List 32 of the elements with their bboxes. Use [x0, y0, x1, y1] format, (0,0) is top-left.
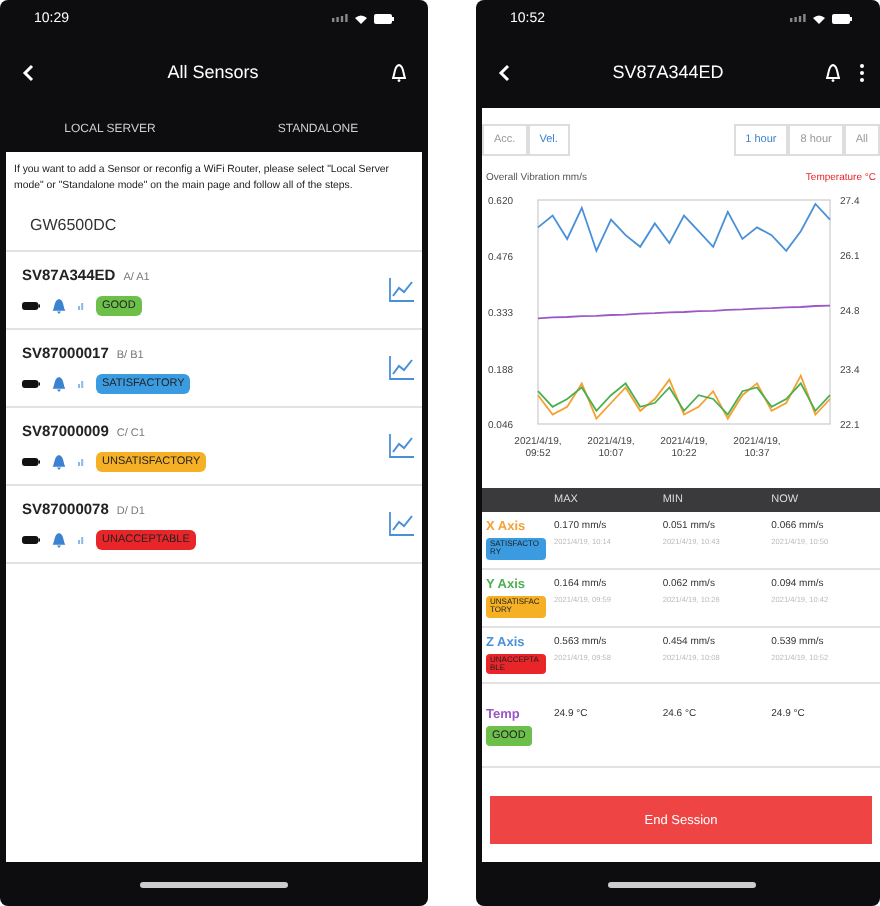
line-chart-icon[interactable]: [388, 434, 414, 459]
bell-icon[interactable]: [392, 63, 406, 81]
wifi-icon: [812, 13, 826, 23]
wifi-icon: [354, 13, 368, 23]
signal-icon: [78, 535, 84, 544]
screen-title: SV87A344ED: [612, 62, 724, 82]
line-chart-icon[interactable]: [388, 356, 414, 381]
back-icon[interactable]: [22, 63, 34, 81]
battery-icon: [22, 301, 40, 310]
battery-icon: [832, 13, 852, 23]
home-indicator[interactable]: [140, 881, 288, 887]
line-chart-icon[interactable]: [388, 278, 414, 303]
battery-icon: [374, 13, 394, 23]
battery-icon: [22, 379, 40, 388]
signal-icon: [78, 457, 84, 466]
back-icon[interactable]: [498, 63, 510, 81]
line-chart-icon[interactable]: [388, 512, 414, 537]
screen-title: All Sensors: [167, 62, 259, 82]
more-icon[interactable]: [859, 63, 864, 81]
battery-icon: [22, 457, 40, 466]
bell-icon[interactable]: [825, 63, 840, 81]
home-indicator[interactable]: [607, 881, 755, 887]
bell-icon: [52, 375, 66, 392]
signal-icon: [78, 379, 84, 388]
bell-icon: [52, 531, 66, 548]
bell-icon: [52, 297, 66, 314]
signal-icon: [78, 301, 84, 310]
signal-icon: [790, 14, 806, 22]
signal-icon: [332, 14, 348, 22]
gateway-name: GW6500DC: [30, 215, 119, 234]
battery-icon: [22, 535, 40, 544]
bell-icon: [52, 453, 66, 470]
